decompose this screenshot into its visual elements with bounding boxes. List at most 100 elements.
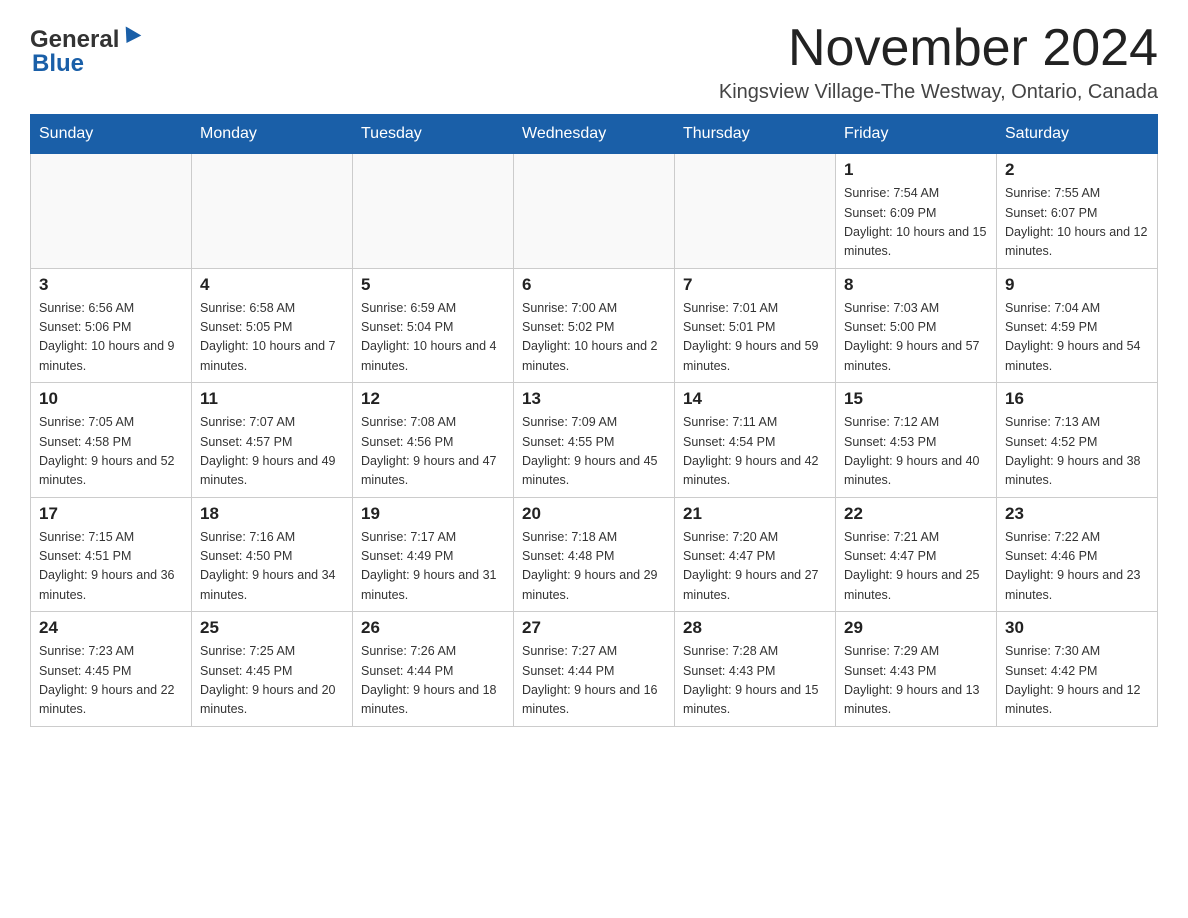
calendar-cell: 28Sunrise: 7:28 AMSunset: 4:43 PMDayligh… xyxy=(675,612,836,727)
day-number: 9 xyxy=(1005,275,1149,295)
day-number: 29 xyxy=(844,618,988,638)
day-info: Sunrise: 7:30 AMSunset: 4:42 PMDaylight:… xyxy=(1005,642,1149,720)
day-number: 24 xyxy=(39,618,183,638)
day-info: Sunrise: 6:56 AMSunset: 5:06 PMDaylight:… xyxy=(39,299,183,377)
weekday-header-saturday: Saturday xyxy=(997,115,1158,154)
day-number: 25 xyxy=(200,618,344,638)
weekday-header-friday: Friday xyxy=(836,115,997,154)
weekday-header-thursday: Thursday xyxy=(675,115,836,154)
calendar-table: SundayMondayTuesdayWednesdayThursdayFrid… xyxy=(30,114,1158,727)
day-number: 1 xyxy=(844,160,988,180)
calendar-cell: 12 Sunrise: 7:08 AMSunset: 4:56 PMDayligh… xyxy=(353,383,514,498)
day-number: 11 xyxy=(200,389,344,409)
calendar-cell: 20 Sunrise: 7:18 AMSunset: 4:48 PMDayligh… xyxy=(514,497,675,612)
day-info: Sunrise: 7:22 AMSunset: 4:46 PMDaylight:… xyxy=(1005,528,1149,606)
weekday-header-monday: Monday xyxy=(192,115,353,154)
day-info: Sunrise: 7:16 AMSunset: 4:50 PMDaylight:… xyxy=(200,528,344,606)
day-info: Sunrise: 7:26 AMSunset: 4:44 PMDaylight:… xyxy=(361,642,505,720)
day-info: Sunrise: 7:12 AMSunset: 4:53 PMDaylight:… xyxy=(844,413,988,491)
calendar-cell: 6 Sunrise: 7:00 AMSunset: 5:02 PMDaylight… xyxy=(514,268,675,383)
calendar-cell: 29Sunrise: 7:29 AMSunset: 4:43 PMDayligh… xyxy=(836,612,997,727)
calendar-cell: 1 Sunrise: 7:54 AMSunset: 6:09 PMDaylight… xyxy=(836,154,997,269)
day-info: Sunrise: 7:25 AMSunset: 4:45 PMDaylight:… xyxy=(200,642,344,720)
calendar-cell: 19 Sunrise: 7:17 AMSunset: 4:49 PMDayligh… xyxy=(353,497,514,612)
day-info: Sunrise: 7:05 AMSunset: 4:58 PMDaylight:… xyxy=(39,413,183,491)
calendar-week-row: 24 Sunrise: 7:23 AMSunset: 4:45 PMDayligh… xyxy=(31,612,1158,727)
day-number: 26 xyxy=(361,618,505,638)
day-number: 27 xyxy=(522,618,666,638)
calendar-cell: 26 Sunrise: 7:26 AMSunset: 4:44 PMDayligh… xyxy=(353,612,514,727)
day-number: 2 xyxy=(1005,160,1149,180)
day-number: 21 xyxy=(683,504,827,524)
day-info: Sunrise: 7:18 AMSunset: 4:48 PMDaylight:… xyxy=(522,528,666,606)
day-info: Sunrise: 7:17 AMSunset: 4:49 PMDaylight:… xyxy=(361,528,505,606)
day-info: Sunrise: 7:07 AMSunset: 4:57 PMDaylight:… xyxy=(200,413,344,491)
day-number: 15 xyxy=(844,389,988,409)
day-number: 14 xyxy=(683,389,827,409)
day-number: 13 xyxy=(522,389,666,409)
calendar-cell: 22 Sunrise: 7:21 AMSunset: 4:47 PMDayligh… xyxy=(836,497,997,612)
calendar-cell: 21Sunrise: 7:20 AMSunset: 4:47 PMDayligh… xyxy=(675,497,836,612)
calendar-cell: 18 Sunrise: 7:16 AMSunset: 4:50 PMDayligh… xyxy=(192,497,353,612)
calendar-cell: 23Sunrise: 7:22 AMSunset: 4:46 PMDayligh… xyxy=(997,497,1158,612)
calendar-cell: 27Sunrise: 7:27 AMSunset: 4:44 PMDayligh… xyxy=(514,612,675,727)
calendar-header-row: SundayMondayTuesdayWednesdayThursdayFrid… xyxy=(31,115,1158,154)
day-number: 18 xyxy=(200,504,344,524)
day-info: Sunrise: 7:23 AMSunset: 4:45 PMDaylight:… xyxy=(39,642,183,720)
day-number: 19 xyxy=(361,504,505,524)
calendar-cell: 11 Sunrise: 7:07 AMSunset: 4:57 PMDayligh… xyxy=(192,383,353,498)
calendar-cell: 13 Sunrise: 7:09 AMSunset: 4:55 PMDayligh… xyxy=(514,383,675,498)
day-number: 8 xyxy=(844,275,988,295)
day-number: 12 xyxy=(361,389,505,409)
day-number: 3 xyxy=(39,275,183,295)
calendar-cell: 16 Sunrise: 7:13 AMSunset: 4:52 PMDayligh… xyxy=(997,383,1158,498)
day-number: 5 xyxy=(361,275,505,295)
page-title: November 2024 xyxy=(719,20,1158,77)
day-number: 22 xyxy=(844,504,988,524)
calendar-cell: 7 Sunrise: 7:01 AMSunset: 5:01 PMDaylight… xyxy=(675,268,836,383)
title-block: November 2024 Kingsview Village-The West… xyxy=(719,20,1158,104)
day-info: Sunrise: 7:00 AMSunset: 5:02 PMDaylight:… xyxy=(522,299,666,377)
page-header: General Blue November 2024 Kingsview Vil… xyxy=(30,20,1158,104)
calendar-cell: 4 Sunrise: 6:58 AMSunset: 5:05 PMDaylight… xyxy=(192,268,353,383)
day-info: Sunrise: 6:59 AMSunset: 5:04 PMDaylight:… xyxy=(361,299,505,377)
calendar-cell xyxy=(675,154,836,269)
day-info: Sunrise: 7:21 AMSunset: 4:47 PMDaylight:… xyxy=(844,528,988,606)
calendar-cell xyxy=(192,154,353,269)
day-info: Sunrise: 7:28 AMSunset: 4:43 PMDaylight:… xyxy=(683,642,827,720)
day-number: 30 xyxy=(1005,618,1149,638)
day-info: Sunrise: 7:55 AMSunset: 6:07 PMDaylight:… xyxy=(1005,184,1149,262)
day-number: 16 xyxy=(1005,389,1149,409)
calendar-cell: 3 Sunrise: 6:56 AMSunset: 5:06 PMDaylight… xyxy=(31,268,192,383)
weekday-header-sunday: Sunday xyxy=(31,115,192,154)
logo: General Blue xyxy=(30,20,139,78)
day-info: Sunrise: 7:15 AMSunset: 4:51 PMDaylight:… xyxy=(39,528,183,606)
day-info: Sunrise: 7:04 AMSunset: 4:59 PMDaylight:… xyxy=(1005,299,1149,377)
calendar-cell: 30 Sunrise: 7:30 AMSunset: 4:42 PMDayligh… xyxy=(997,612,1158,727)
calendar-week-row: 10 Sunrise: 7:05 AMSunset: 4:58 PMDayligh… xyxy=(31,383,1158,498)
calendar-cell: 15 Sunrise: 7:12 AMSunset: 4:53 PMDayligh… xyxy=(836,383,997,498)
calendar-cell: 24 Sunrise: 7:23 AMSunset: 4:45 PMDayligh… xyxy=(31,612,192,727)
day-number: 20 xyxy=(522,504,666,524)
calendar-cell: 17Sunrise: 7:15 AMSunset: 4:51 PMDayligh… xyxy=(31,497,192,612)
day-info: Sunrise: 7:09 AMSunset: 4:55 PMDaylight:… xyxy=(522,413,666,491)
day-info: Sunrise: 6:58 AMSunset: 5:05 PMDaylight:… xyxy=(200,299,344,377)
day-number: 6 xyxy=(522,275,666,295)
day-number: 10 xyxy=(39,389,183,409)
logo-blue-text: Blue xyxy=(32,50,84,78)
day-info: Sunrise: 7:01 AMSunset: 5:01 PMDaylight:… xyxy=(683,299,827,377)
day-info: Sunrise: 7:13 AMSunset: 4:52 PMDaylight:… xyxy=(1005,413,1149,491)
day-info: Sunrise: 7:03 AMSunset: 5:00 PMDaylight:… xyxy=(844,299,988,377)
day-info: Sunrise: 7:08 AMSunset: 4:56 PMDaylight:… xyxy=(361,413,505,491)
day-info: Sunrise: 7:54 AMSunset: 6:09 PMDaylight:… xyxy=(844,184,988,262)
calendar-cell: 14Sunrise: 7:11 AMSunset: 4:54 PMDayligh… xyxy=(675,383,836,498)
page-subtitle: Kingsview Village-The Westway, Ontario, … xyxy=(719,81,1158,104)
calendar-week-row: 3 Sunrise: 6:56 AMSunset: 5:06 PMDaylight… xyxy=(31,268,1158,383)
calendar-cell xyxy=(31,154,192,269)
day-number: 7 xyxy=(683,275,827,295)
calendar-week-row: 1 Sunrise: 7:54 AMSunset: 6:09 PMDaylight… xyxy=(31,154,1158,269)
calendar-cell: 25 Sunrise: 7:25 AMSunset: 4:45 PMDayligh… xyxy=(192,612,353,727)
calendar-cell: 5 Sunrise: 6:59 AMSunset: 5:04 PMDaylight… xyxy=(353,268,514,383)
day-number: 4 xyxy=(200,275,344,295)
weekday-header-wednesday: Wednesday xyxy=(514,115,675,154)
